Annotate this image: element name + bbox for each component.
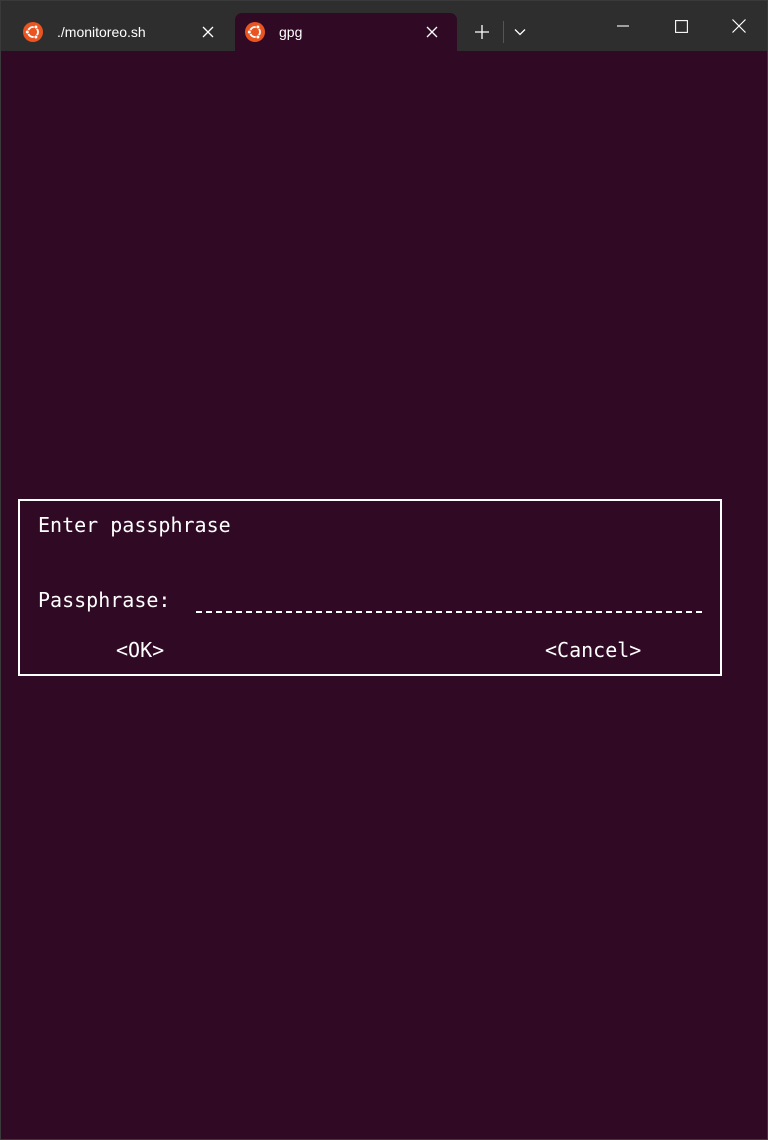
tab-divider xyxy=(503,21,504,43)
ubuntu-icon xyxy=(23,22,43,42)
plus-icon xyxy=(475,25,489,39)
tab-label: gpg xyxy=(279,24,303,40)
passphrase-dialog: Enter passphrase Passphrase: <OK> <Cance… xyxy=(18,499,722,676)
passphrase-input[interactable] xyxy=(196,587,702,613)
cancel-button[interactable]: <Cancel> xyxy=(545,638,641,662)
tab-dropdown-button[interactable] xyxy=(507,19,533,45)
ok-button[interactable]: <OK> xyxy=(116,638,164,662)
close-icon[interactable] xyxy=(425,25,439,39)
terminal-area[interactable]: Enter passphrase Passphrase: <OK> <Cance… xyxy=(1,51,767,1139)
new-tab-button[interactable] xyxy=(467,19,497,45)
maximize-icon xyxy=(674,19,688,33)
minimize-icon xyxy=(617,25,629,27)
tab-label: ./monitoreo.sh xyxy=(57,24,146,40)
minimize-button[interactable] xyxy=(594,1,652,51)
terminal-window: ./monitoreo.sh gpg Enter passphrase Pass… xyxy=(0,0,768,1140)
close-icon[interactable] xyxy=(201,25,215,39)
tab-monitoreo[interactable]: ./monitoreo.sh xyxy=(13,13,233,51)
tab-gpg[interactable]: gpg xyxy=(235,13,457,51)
close-icon xyxy=(732,19,746,33)
maximize-button[interactable] xyxy=(652,1,710,51)
chevron-down-icon xyxy=(514,29,526,36)
passphrase-label: Passphrase: xyxy=(38,588,171,612)
title-bar: ./monitoreo.sh gpg xyxy=(1,1,767,51)
ubuntu-icon xyxy=(245,22,265,42)
dialog-title: Enter passphrase xyxy=(38,513,231,537)
window-close-button[interactable] xyxy=(710,1,768,51)
